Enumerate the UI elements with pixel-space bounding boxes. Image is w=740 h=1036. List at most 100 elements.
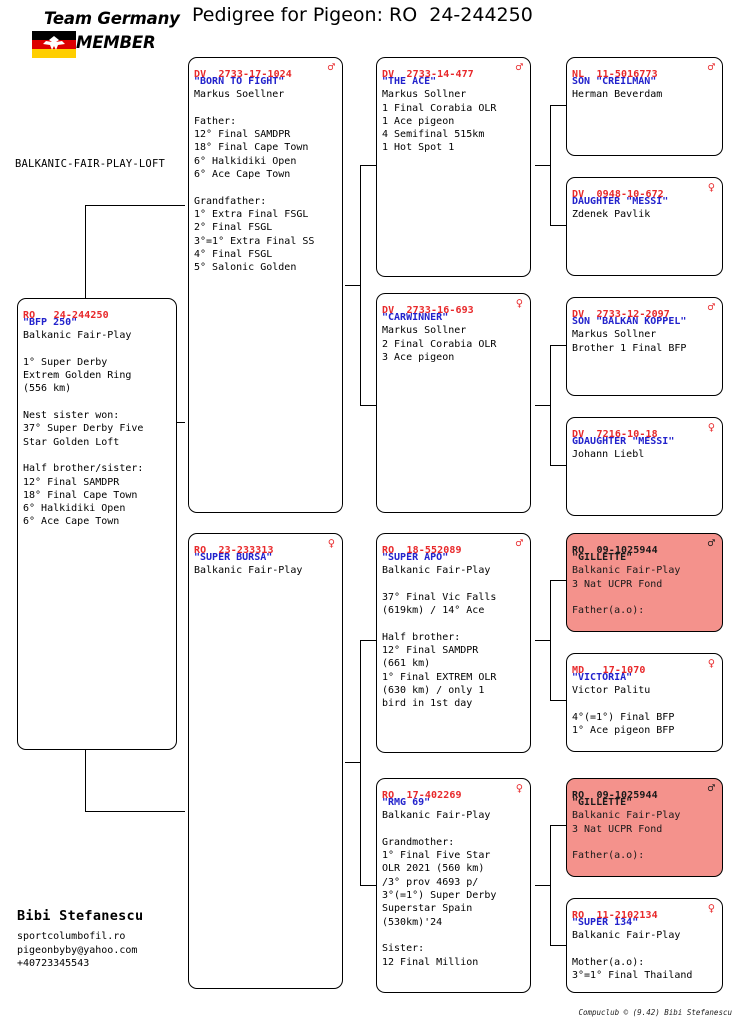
footer-credit: Compuclub © (9.42) Bibi Stefanescu <box>578 1008 732 1017</box>
pigeon-details: Markus Sollner 1 Final Corabia OLR 1 Ace… <box>382 89 497 154</box>
pigeon-details: Herman Beverdam <box>572 89 663 101</box>
pedigree-card-gen3-6[interactable]: MD 17-1070 ♀ "VICTORIA" Victor Palitu 4°… <box>566 653 723 752</box>
connector-gen1-dam <box>85 811 185 812</box>
connector-g2-superapo <box>360 640 376 641</box>
card-header: RO 18-552089 ♂ <box>382 536 525 556</box>
team-germany-logo: Team Germany MEMBER <box>14 8 180 58</box>
pedigree-card-gen2-3[interactable]: RO 18-552089 ♂ "SUPER APO" Balkanic Fair… <box>376 533 531 753</box>
sex-symbol-female-icon: ♀ <box>327 536 335 550</box>
sex-symbol-male-icon: ♂ <box>515 60 523 74</box>
ring-number: DV 2733-17-1024 <box>194 69 292 80</box>
card-header: RO 09-1025944 ♂ <box>572 781 717 801</box>
connector-g1dam-in <box>345 762 361 763</box>
connector-g3-creilman <box>550 105 566 106</box>
ring-number: RO 18-552089 <box>382 545 462 556</box>
breeder-website[interactable]: sportcolumbofil.ro <box>17 930 192 944</box>
ring-number: RO 11-2102134 <box>572 910 658 921</box>
pedigree-card-dam[interactable]: RO 23-233313 ♀ "SUPER BURSA" Balkanic Fa… <box>188 533 343 989</box>
pedigree-card-gen3-8[interactable]: RO 11-2102134 ♀ "SUPER 134" Balkanic Fai… <box>566 898 723 993</box>
sex-symbol-female-icon: ♀ <box>515 781 523 795</box>
pedigree-chart: Team Germany MEMBER Pedigree for Pigeon:… <box>0 0 740 1036</box>
pedigree-card-gen3-1[interactable]: NL 11-5016773 ♂ SON "CREILMAN" Herman Be… <box>566 57 723 156</box>
pedigree-card-gen3-5[interactable]: RO 09-1025944 ♂ "GILLETTE" Balkanic Fair… <box>566 533 723 632</box>
connector-g3-super134 <box>550 945 566 946</box>
pedigree-card-gen3-3[interactable]: DV 2733-12-2097 ♂ SON "BALKAN KOPPEL" Ma… <box>566 297 723 396</box>
connector-g3-balkankoppel <box>550 345 566 346</box>
sex-symbol-male-icon: ♂ <box>707 781 715 795</box>
pedigree-card-sire[interactable]: DV 2733-17-1024 ♂ "BORN TO FIGHT" Markus… <box>188 57 343 513</box>
ring-number: RO 24-244250 <box>23 310 109 321</box>
sex-symbol-female-icon: ♀ <box>707 180 715 194</box>
pigeon-details: Balkanic Fair-Play Mother(a.o): 3°=1° Fi… <box>572 930 693 982</box>
pigeon-details: Markus Sollner Brother 1 Final BFP <box>572 329 687 354</box>
sex-symbol-male-icon: ♂ <box>707 300 715 314</box>
ring-number: NL 11-5016773 <box>572 69 658 80</box>
pedigree-card-gen2-2[interactable]: DV 2733-16-693 ♀ "CARWINNER" Markus Soll… <box>376 293 531 513</box>
connector-g1sire-in <box>345 285 361 286</box>
ring-number: DV 2733-12-2097 <box>572 309 670 320</box>
breeder-phone: +40723345543 <box>17 958 90 969</box>
pedigree-card-gen2-4[interactable]: RO 17-402269 ♀ "RMG 69" Balkanic Fair-Pl… <box>376 778 531 993</box>
page-title: Pedigree for Pigeon: RO 24-244250 <box>192 4 533 26</box>
card-header: NL 11-5016773 ♂ <box>572 60 717 80</box>
ring-number: RO 23-233313 <box>194 545 274 556</box>
card-header: RO 23-233313 ♀ <box>194 536 337 556</box>
card-header: RO 17-402269 ♀ <box>382 781 525 801</box>
pedigree-card-subject[interactable]: RO 24-244250 "BFP 250" Balkanic Fair-Pla… <box>17 298 177 750</box>
pigeon-details: Markus Soellner Father: 12° Final SAMDPR… <box>194 89 315 274</box>
german-flag-eagle-icon <box>32 31 76 58</box>
sex-symbol-male-icon: ♂ <box>327 60 335 74</box>
breeder-email[interactable]: pigeonbyby@yahoo.com <box>17 944 192 958</box>
card-header: RO 09-1025944 ♂ <box>572 536 717 556</box>
pedigree-card-gen3-4[interactable]: DV 7216-10-18 ♀ GDAUGHTER "MESSI" Johann… <box>566 417 723 516</box>
card-header: DV 7216-10-18 ♀ <box>572 420 717 440</box>
ring-number: DV 2733-14-477 <box>382 69 474 80</box>
logo-title-text: Team Germany <box>44 9 180 28</box>
pedigree-card-gen3-7[interactable]: RO 09-1025944 ♂ "GILLETTE" Balkanic Fair… <box>566 778 723 877</box>
breeder-name: Bibi Stefanescu <box>17 908 144 924</box>
ring-number: RO 09-1025944 <box>572 545 658 556</box>
pigeon-details: Zdenek Pavlik <box>572 209 651 221</box>
connector-g2-theace <box>360 165 376 166</box>
pigeon-details: Balkanic Fair-Play 1° Super Derby Extrem… <box>23 330 144 528</box>
connector-g2-carwinner <box>360 405 376 406</box>
sex-symbol-male-icon: ♂ <box>515 536 523 550</box>
sex-symbol-male-icon: ♂ <box>707 60 715 74</box>
ring-number: DV 0948-10-672 <box>572 189 664 200</box>
pigeon-details: Markus Sollner 2 Final Corabia OLR 3 Ace… <box>382 325 497 363</box>
sex-symbol-female-icon: ♀ <box>515 296 523 310</box>
pigeon-details: Johann Liebl <box>572 449 645 461</box>
pigeon-details: Victor Palitu 4°(=1°) Final BFP 1° Ace p… <box>572 685 675 737</box>
sex-symbol-female-icon: ♀ <box>707 901 715 915</box>
card-header: RO 24-244250 <box>23 303 171 321</box>
pigeon-details: Balkanic Fair-Play <box>194 565 303 577</box>
breeder-info: Bibi Stefanescu sportcolumbofil.ro pigeo… <box>17 908 192 971</box>
ring-number: MD 17-1070 <box>572 665 646 676</box>
pigeon-details: Balkanic Fair-Play 3 Nat UCPR Fond Fathe… <box>572 810 681 862</box>
pedigree-card-gen2-1[interactable]: DV 2733-14-477 ♂ "THE ACE" Markus Sollne… <box>376 57 531 277</box>
connector-g3-gillette1 <box>550 580 566 581</box>
ring-number: RO 09-1025944 <box>572 790 658 801</box>
ring-number: DV 2733-16-693 <box>382 305 474 316</box>
pigeon-details: Balkanic Fair-Play Grandmother: 1° Final… <box>382 810 497 968</box>
loft-name: BALKANIC-FAIR-PLAY-LOFT <box>15 158 165 170</box>
connector-g2-rmg69 <box>360 885 376 886</box>
card-header: DV 0948-10-672 ♀ <box>572 180 717 200</box>
card-header: DV 2733-17-1024 ♂ <box>194 60 337 80</box>
card-header: DV 2733-16-693 ♀ <box>382 296 525 316</box>
sex-symbol-male-icon: ♂ <box>707 536 715 550</box>
connector-g2d-in <box>535 885 551 886</box>
card-header: DV 2733-12-2097 ♂ <box>572 300 717 320</box>
connector-g2c-in <box>535 640 551 641</box>
ring-number: DV 7216-10-18 <box>572 429 658 440</box>
sex-symbol-female-icon: ♀ <box>707 656 715 670</box>
card-header: DV 2733-14-477 ♂ <box>382 60 525 80</box>
connector-g3-gillette2 <box>550 825 566 826</box>
logo-member-text: MEMBER <box>76 33 156 52</box>
pedigree-card-gen3-2[interactable]: DV 0948-10-672 ♀ DAUGHTER "MESSI" Zdenek… <box>566 177 723 276</box>
sex-symbol-female-icon: ♀ <box>707 420 715 434</box>
connector-g3-gdaughtermessi <box>550 465 566 466</box>
connector-g2a-in <box>535 165 551 166</box>
ring-number: RO 17-402269 <box>382 790 462 801</box>
pigeon-details: Balkanic Fair-Play 3 Nat UCPR Fond Fathe… <box>572 565 681 617</box>
